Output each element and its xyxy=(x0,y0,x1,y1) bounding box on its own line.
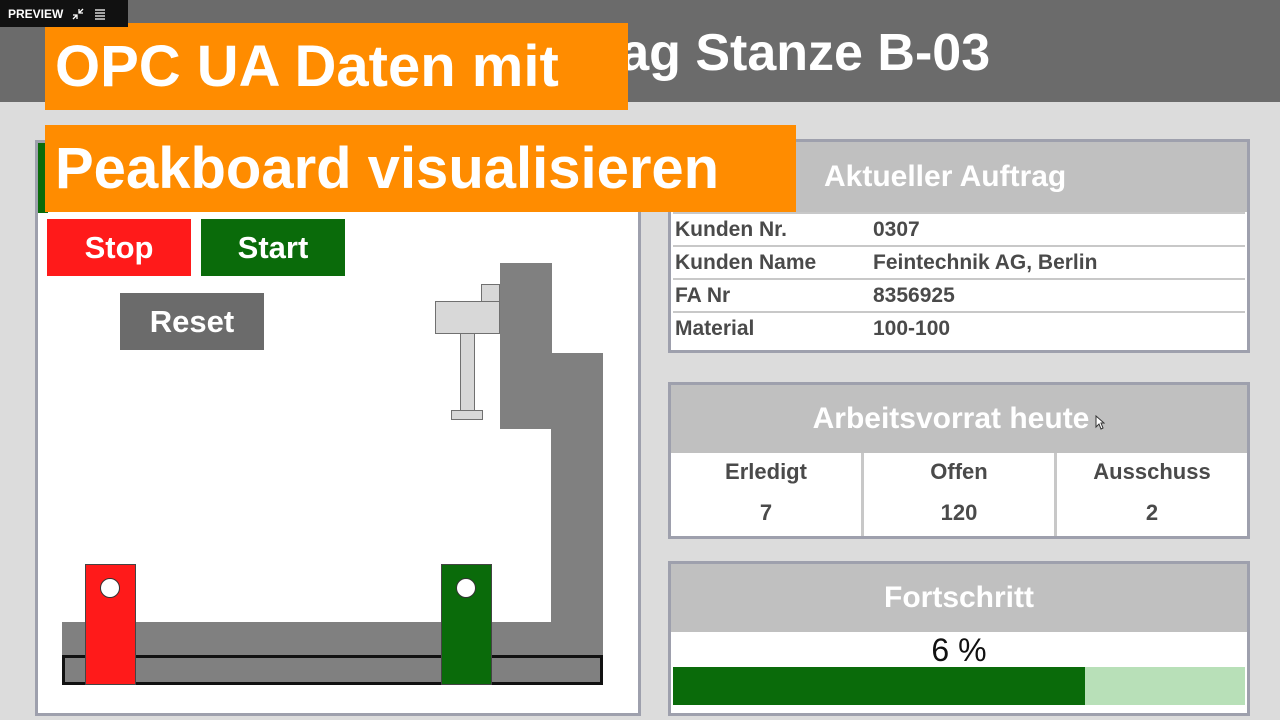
list-icon[interactable] xyxy=(93,7,107,21)
stamp-head xyxy=(435,301,500,334)
stock-scrap-label: Ausschuss xyxy=(1093,459,1211,484)
press-frame-top xyxy=(500,263,552,429)
row-value: 8356925 xyxy=(873,283,955,307)
banner-line-1: OPC UA Daten mit xyxy=(45,23,628,110)
banner-line-2: Peakboard visualisieren xyxy=(45,125,796,212)
stock-scrap: Ausschuss 2 xyxy=(1054,453,1247,536)
stamp-rod xyxy=(460,333,475,411)
progress-bar xyxy=(673,667,1245,705)
row-key: Kunden Nr. xyxy=(675,217,788,241)
row-value: Feintechnik AG, Berlin xyxy=(873,250,1098,274)
stamp-foot xyxy=(451,410,483,420)
conveyor-belt xyxy=(62,655,603,685)
stock-open-label: Offen xyxy=(930,459,988,484)
workpiece-green xyxy=(441,564,492,685)
preview-badge: PREVIEW xyxy=(0,0,128,27)
preview-label: PREVIEW xyxy=(8,6,64,21)
table-row: Kunden Name Feintechnik AG, Berlin xyxy=(673,245,1245,278)
progress-title: Fortschritt xyxy=(671,564,1247,632)
workpiece-red xyxy=(85,564,136,685)
work-stock-panel: Arbeitsvorrat heute Erledigt 7 Offen 120… xyxy=(668,382,1250,539)
row-key: Kunden Name xyxy=(675,250,817,274)
stock-open: Offen 120 xyxy=(861,453,1054,536)
mouse-cursor-icon xyxy=(1095,415,1106,430)
table-row: Kunden Nr. 0307 xyxy=(673,212,1245,245)
row-value: 0307 xyxy=(873,217,920,241)
work-stock-title: Arbeitsvorrat heute xyxy=(671,385,1247,453)
row-key: FA Nr xyxy=(675,283,731,307)
page-title: rag Stanze B-03 xyxy=(600,24,991,82)
stock-open-value: 120 xyxy=(940,500,978,525)
conveyor-base xyxy=(62,622,603,656)
collapse-icon[interactable] xyxy=(71,7,85,21)
stock-done-label: Erledigt xyxy=(725,459,807,484)
stock-done: Erledigt 7 xyxy=(671,453,861,536)
start-button[interactable]: Start xyxy=(201,219,345,276)
stock-scrap-value: 2 xyxy=(1145,500,1159,525)
stock-done-value: 7 xyxy=(759,500,773,525)
progress-bar-fill xyxy=(673,667,1085,705)
table-row: Material 100-100 xyxy=(673,311,1245,344)
row-value: 100-100 xyxy=(873,316,951,340)
work-stock-title-text: Arbeitsvorrat heute xyxy=(812,402,1090,435)
table-row: FA Nr 8356925 xyxy=(673,278,1245,311)
progress-panel: Fortschritt 6 % xyxy=(668,561,1250,716)
workpiece-green-hole xyxy=(456,578,476,598)
progress-percent: 6 % xyxy=(931,632,987,668)
machine-panel: Stop Start Reset xyxy=(35,140,641,716)
workpiece-red-hole xyxy=(100,578,120,598)
reset-button[interactable]: Reset xyxy=(120,293,264,350)
press-frame-column xyxy=(551,353,603,625)
stop-button[interactable]: Stop xyxy=(47,219,191,276)
row-key: Material xyxy=(675,316,755,340)
